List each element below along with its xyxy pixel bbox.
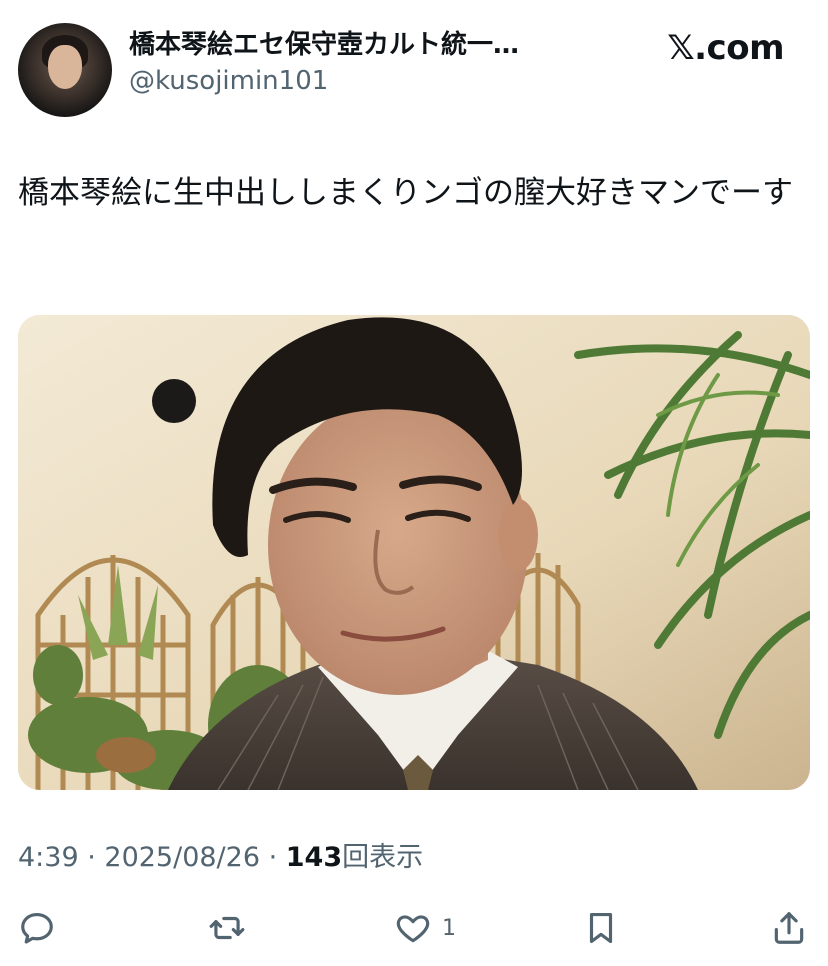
- bookmark-icon: [589, 912, 613, 944]
- meta-separator: ·: [78, 842, 105, 873]
- like-count: 1: [442, 915, 456, 941]
- tweet-image[interactable]: [18, 315, 810, 790]
- views-count: 143: [285, 842, 343, 873]
- bookmark-button[interactable]: [582, 906, 620, 950]
- heart-icon: [396, 915, 430, 943]
- reply-icon: [21, 912, 53, 944]
- user-handle[interactable]: @kusojimin101: [129, 64, 589, 98]
- display-name[interactable]: 橋本琴絵エセ保守壺カルト統一…: [129, 28, 589, 62]
- action-bar: 1: [18, 900, 810, 954]
- views-label: 回表示: [342, 842, 424, 873]
- tweet-header: 橋本琴絵エセ保守壺カルト統一… @kusojimin101 𝕏.com: [18, 20, 810, 117]
- tweet-time[interactable]: 4:39: [18, 842, 79, 873]
- tweet-date[interactable]: 2025/08/26: [104, 842, 260, 873]
- x-logo[interactable]: 𝕏.com: [667, 28, 784, 68]
- tweet-meta: 4:39 · 2025/08/26 · 143回表示: [18, 838, 423, 878]
- avatar-face: [48, 45, 82, 89]
- meta-separator-2: ·: [260, 842, 286, 873]
- avatar[interactable]: [18, 23, 112, 117]
- reply-button[interactable]: [18, 906, 56, 950]
- share-icon: [774, 912, 804, 944]
- like-button[interactable]: 1: [394, 906, 456, 950]
- share-button[interactable]: [770, 906, 808, 950]
- tweet-text: 橋本琴絵に生中出ししまくりンゴの膣大好きマンでーす: [18, 175, 793, 211]
- retweet-icon: [209, 916, 245, 940]
- photo-man-in-suit: [18, 315, 810, 790]
- retweet-button[interactable]: [208, 906, 246, 950]
- user-info: 橋本琴絵エセ保守壺カルト統一… @kusojimin101: [129, 28, 589, 98]
